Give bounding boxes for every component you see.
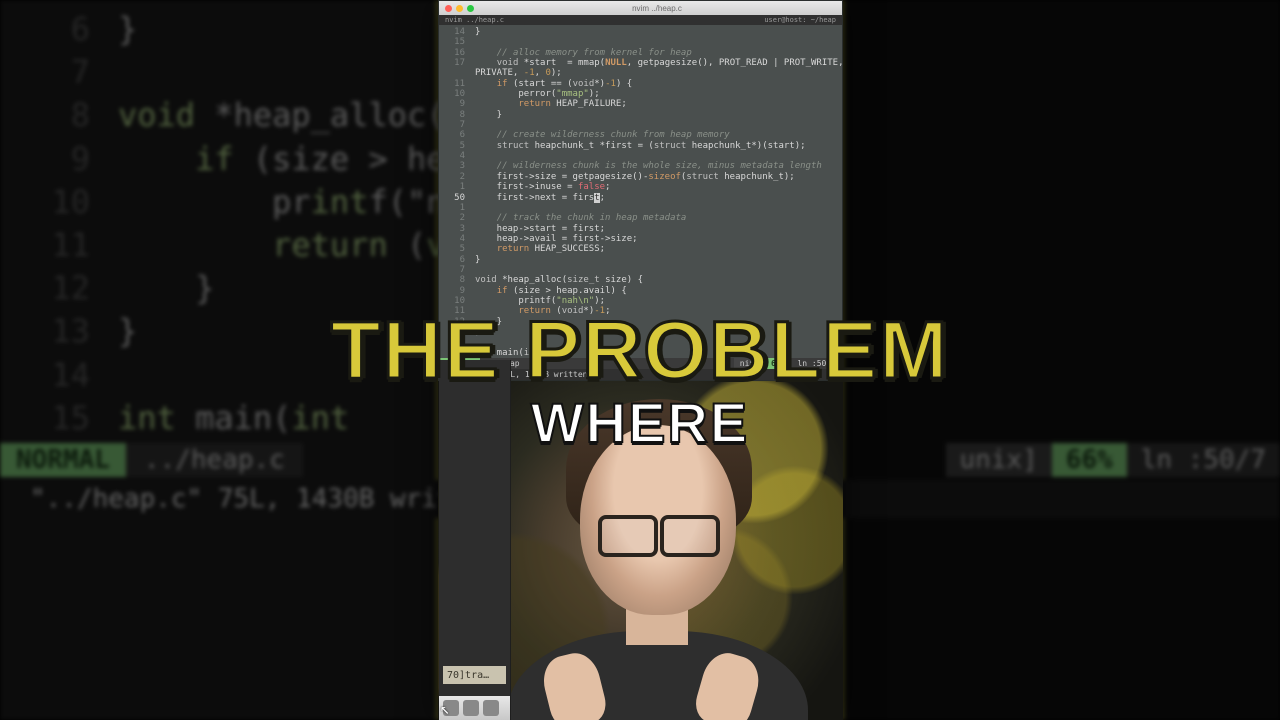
code-line[interactable]: 7 xyxy=(439,265,842,275)
code-line[interactable]: 17 void *start = mmap(NULL, getpagesize(… xyxy=(439,58,842,68)
maximize-icon[interactable] xyxy=(467,5,474,12)
code-line[interactable]: 4 xyxy=(439,151,842,161)
mouse-cursor-icon: ↖ xyxy=(440,699,450,718)
code-line[interactable]: 10 perror("mmap"); xyxy=(439,89,842,99)
taskbar-search-icon[interactable] xyxy=(463,700,479,716)
code-line[interactable]: 50 first->next = first; xyxy=(439,193,842,203)
code-line[interactable]: 4 heap->avail = first->size; xyxy=(439,234,842,244)
window-titlebar[interactable]: nvim ../heap.c xyxy=(439,1,842,15)
code-line[interactable]: 3 heap->start = first; xyxy=(439,224,842,234)
code-line[interactable]: 14} xyxy=(439,27,842,37)
tmux-right: user@host: ~/heap xyxy=(764,16,836,24)
code-line[interactable]: 16 // alloc memory from kernel for heap xyxy=(439,48,842,58)
minimize-icon[interactable] xyxy=(456,5,463,12)
taskbar-app-icon[interactable] xyxy=(483,700,499,716)
code-line[interactable]: 6} xyxy=(439,255,842,265)
code-line[interactable]: 1 xyxy=(439,203,842,213)
code-line[interactable]: 2 // track the chunk in heap metadata xyxy=(439,213,842,223)
position-indicator: ln :50/7 xyxy=(791,358,842,369)
code-line[interactable]: 3 // wilderness chunk is the whole size,… xyxy=(439,161,842,171)
code-line[interactable]: 6 // create wilderness chunk from heap m… xyxy=(439,130,842,140)
bg-percent: 66% xyxy=(1052,443,1127,477)
code-line[interactable]: 8 } xyxy=(439,110,842,120)
window-title: nvim ../heap.c xyxy=(478,4,836,13)
terminal-tab[interactable]: 70]tra… xyxy=(443,666,506,684)
bg-position: ln :50/7 xyxy=(1127,443,1280,477)
code-line[interactable]: 2 first->size = getpagesize()-sizeof(str… xyxy=(439,172,842,182)
terminal-window[interactable]: nvim ../heap.c nvim ../heap.c user@host:… xyxy=(438,0,843,381)
code-line[interactable]: 14 xyxy=(439,337,842,347)
bg-mode-indicator: NORMAL xyxy=(0,443,126,477)
percent-indicator: 66% xyxy=(765,358,791,369)
tmux-left: nvim ../heap.c xyxy=(445,16,504,24)
code-line[interactable]: 1 first->inuse = false; xyxy=(439,182,842,192)
code-line[interactable]: 12 } xyxy=(439,317,842,327)
code-line[interactable]: 5 return HEAP_SUCCESS; xyxy=(439,244,842,254)
code-editor[interactable]: 14}1516 // alloc memory from kernel for … xyxy=(439,25,842,358)
close-icon[interactable] xyxy=(445,5,452,12)
secondary-terminal-pane[interactable]: 70]tra… xyxy=(439,360,511,720)
code-line[interactable]: 7 xyxy=(439,120,842,130)
bg-file-path: ../heap.c xyxy=(126,443,303,477)
bg-encoding: unix] xyxy=(946,443,1052,477)
code-line[interactable]: 9 if (size > heap.avail) { xyxy=(439,286,842,296)
code-line[interactable]: 15 xyxy=(439,37,842,47)
code-line[interactable]: 10 printf("nah\n"); xyxy=(439,296,842,306)
code-line[interactable]: PRIVATE, -1, 0); xyxy=(439,68,842,78)
code-line[interactable]: 13} xyxy=(439,327,842,337)
code-line[interactable]: 5 struct heapchunk_t *first = (struct he… xyxy=(439,141,842,151)
glasses-icon xyxy=(598,515,720,549)
code-line[interactable]: 15int main(in xyxy=(439,348,842,358)
tmux-statusline: nvim ../heap.c user@host: ~/heap xyxy=(439,15,842,25)
code-line[interactable]: 11 if (start == (void*)-1) { xyxy=(439,79,842,89)
code-line[interactable]: 9 return HEAP_FAILURE; xyxy=(439,99,842,109)
tab-label: 70]tra… xyxy=(447,670,489,681)
encoding-indicator: nix] xyxy=(734,358,765,369)
code-line[interactable]: 8void *heap_alloc(size_t size) { xyxy=(439,275,842,285)
code-line[interactable]: 11 return (void*)-1; xyxy=(439,306,842,316)
